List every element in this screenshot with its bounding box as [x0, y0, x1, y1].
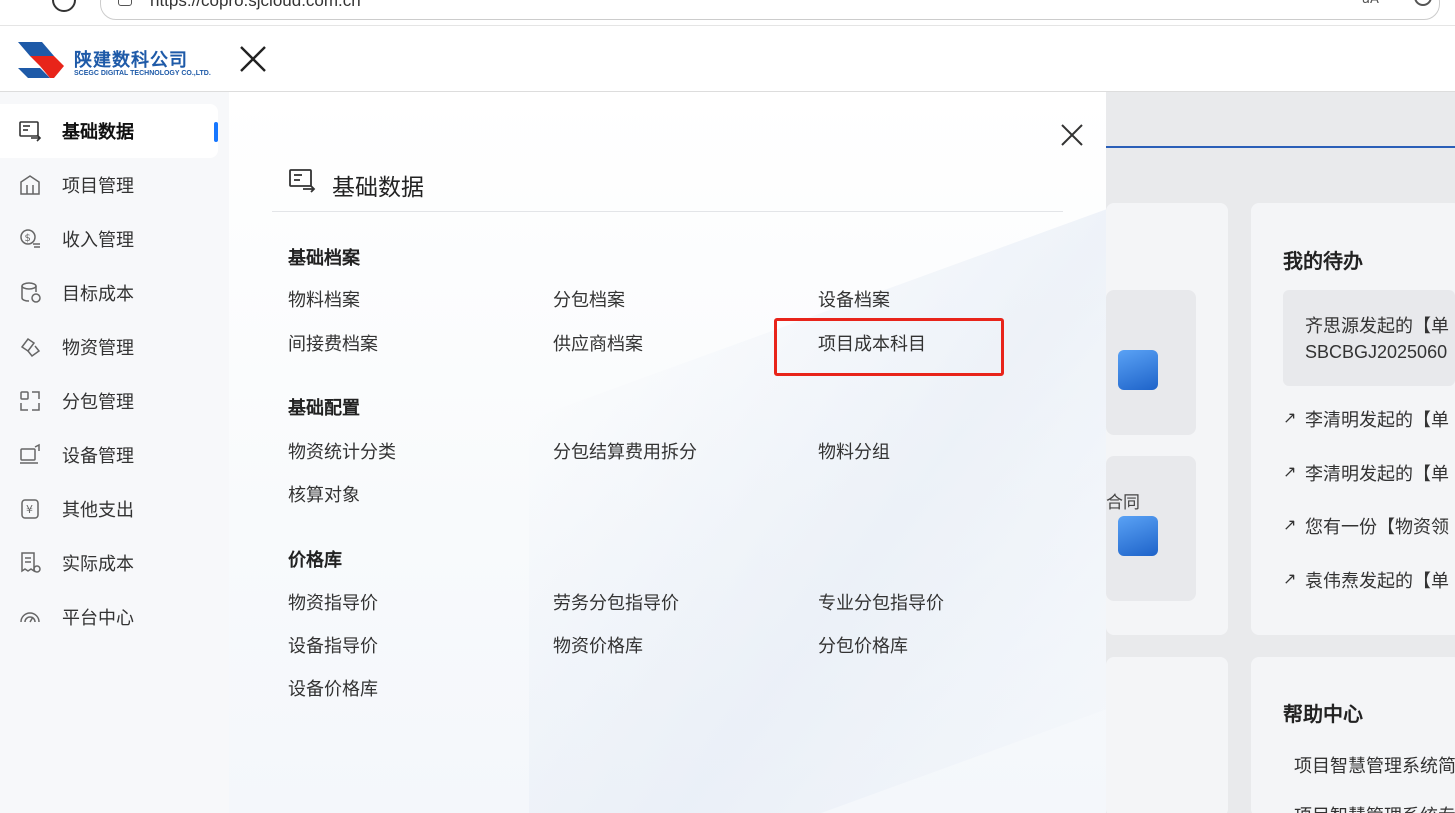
divider: [272, 211, 1063, 212]
help-item[interactable]: 项目智慧管理系统专: [1294, 802, 1455, 813]
device-icon: [20, 443, 40, 464]
close-menu-icon[interactable]: [238, 44, 268, 74]
svg-text:¥: ¥: [26, 503, 33, 516]
link-equipment-price-library[interactable]: 设备价格库: [288, 675, 378, 701]
sidebar-item-label: 收入管理: [62, 230, 134, 251]
link-indirect-cost-archive[interactable]: 间接费档案: [288, 330, 378, 356]
money-icon: $: [20, 229, 40, 248]
help-title: 帮助中心: [1283, 702, 1363, 726]
link-supplier-archive[interactable]: 供应商档案: [553, 330, 643, 356]
browser-toolbar: https://copro.sjcloud.com.cn aA: [0, 0, 1455, 26]
link-accounting-object[interactable]: 核算对象: [288, 481, 360, 507]
reload-icon[interactable]: [52, 0, 76, 12]
sidebar-item-label: 实际成本: [62, 554, 134, 575]
company-name-en: SCEGC DIGITAL TECHNOLOGY CO.,LTD.: [74, 70, 211, 77]
data-list-icon: [289, 169, 316, 193]
sidebar-nav: 基础数据 项目管理 $ 收入管理 目标成本 物资管理 分包管理 设备管理 ¥ 其…: [0, 92, 229, 813]
link-material-price-library[interactable]: 物资价格库: [553, 632, 643, 658]
todo-item[interactable]: 齐思源发起的【单: [1305, 312, 1449, 338]
todo-title: 我的待办: [1283, 249, 1363, 273]
sidebar-item-label: 基础数据: [62, 122, 134, 143]
close-icon[interactable]: [1059, 122, 1085, 148]
link-material-guide-price[interactable]: 物资指导价: [288, 589, 378, 615]
sidebar-item-subcontract[interactable]: 分包管理: [0, 374, 218, 428]
todo-item[interactable]: SBCBGJ2025060: [1305, 342, 1447, 363]
sidebar-item-material[interactable]: 物资管理: [0, 320, 218, 374]
arrow-icon: ↗: [1283, 462, 1297, 481]
sidebar-item-project[interactable]: 项目管理: [0, 158, 218, 212]
todo-item[interactable]: 李清明发起的【单: [1305, 460, 1449, 486]
tab-underline: [1106, 146, 1455, 148]
split-icon: [20, 391, 40, 411]
company-name: 陕建数科公司: [74, 50, 188, 71]
sidebar-item-label: 设备管理: [62, 446, 134, 467]
receipt-icon: [21, 552, 41, 573]
gauge-icon: [20, 612, 40, 623]
link-material-stat-category[interactable]: 物资统计分类: [288, 438, 396, 464]
link-subcontract-archive[interactable]: 分包档案: [553, 286, 625, 312]
todo-item-highlight[interactable]: [1283, 290, 1455, 386]
sidebar-item-label: 物资管理: [62, 338, 134, 359]
sidebar-item-platform[interactable]: 平台中心: [0, 590, 218, 644]
link-labor-subcontract-guide-price[interactable]: 劳务分包指导价: [553, 589, 679, 615]
building-icon: [20, 175, 40, 195]
stats-card: [1106, 657, 1228, 813]
yuan-icon: ¥: [21, 499, 39, 519]
group-title-basic-archive: 基础档案: [288, 248, 360, 269]
group-title-price-library: 价格库: [288, 550, 342, 571]
link-professional-subcontract-guide-price[interactable]: 专业分包指导价: [818, 589, 944, 615]
link-equipment-archive[interactable]: 设备档案: [818, 286, 890, 312]
help-item[interactable]: 项目智慧管理系统简: [1294, 752, 1455, 778]
link-material-archive[interactable]: 物料档案: [288, 286, 360, 312]
group-title-basic-config: 基础配置: [288, 398, 360, 419]
help-card: [1251, 657, 1455, 813]
panel-title: 基础数据: [332, 175, 424, 201]
contract-doc-icon: [1118, 516, 1158, 556]
link-subcontract-fee-split[interactable]: 分包结算费用拆分: [553, 438, 697, 464]
annotation-highlight-box: [774, 318, 1004, 376]
basic-data-menu-panel: 基础数据 基础档案 物料档案 分包档案 设备档案 间接费档案 供应商档案 项目成…: [229, 92, 1106, 813]
sidebar-item-actual-cost[interactable]: 实际成本: [0, 536, 218, 590]
site-info-icon[interactable]: [118, 0, 132, 6]
contract-label: 合同: [1106, 493, 1140, 513]
data-list-icon: [19, 121, 42, 142]
reader-mode-icon[interactable]: aA: [1362, 0, 1379, 7]
todo-item[interactable]: 袁伟焘发起的【单: [1305, 567, 1449, 593]
company-logo-icon: [18, 42, 64, 78]
arrow-icon: ↗: [1283, 408, 1297, 427]
sidebar-item-label: 平台中心: [62, 608, 134, 629]
sidebar-item-label: 其他支出: [62, 500, 134, 521]
app-header: 陕建数科公司 SCEGC DIGITAL TECHNOLOGY CO.,LTD.: [0, 26, 1455, 92]
url-text[interactable]: https://copro.sjcloud.com.cn: [150, 0, 361, 11]
database-icon: [21, 282, 41, 303]
todo-item[interactable]: 您有一份【物资领: [1305, 513, 1449, 539]
link-subcontract-price-library[interactable]: 分包价格库: [818, 632, 908, 658]
sidebar-item-income[interactable]: $ 收入管理: [0, 212, 218, 266]
todo-item[interactable]: 李清明发起的【单: [1305, 406, 1449, 432]
link-material-group[interactable]: 物料分组: [818, 438, 890, 464]
link-equipment-guide-price[interactable]: 设备指导价: [288, 632, 378, 658]
boxes-icon: [20, 337, 41, 358]
sidebar-item-equipment[interactable]: 设备管理: [0, 428, 218, 482]
sidebar-item-basic-data[interactable]: 基础数据: [0, 104, 218, 158]
sidebar-item-label: 目标成本: [62, 284, 134, 305]
sidebar-item-other-expense[interactable]: ¥ 其他支出: [0, 482, 218, 536]
arrow-icon: ↗: [1283, 569, 1297, 588]
sidebar-item-label: 项目管理: [62, 176, 134, 197]
svg-text:$: $: [25, 233, 31, 244]
sidebar-item-target-cost[interactable]: 目标成本: [0, 266, 218, 320]
arrow-icon: ↗: [1283, 515, 1297, 534]
construction-doc-icon: [1118, 350, 1158, 390]
sidebar-item-label: 分包管理: [62, 392, 134, 413]
